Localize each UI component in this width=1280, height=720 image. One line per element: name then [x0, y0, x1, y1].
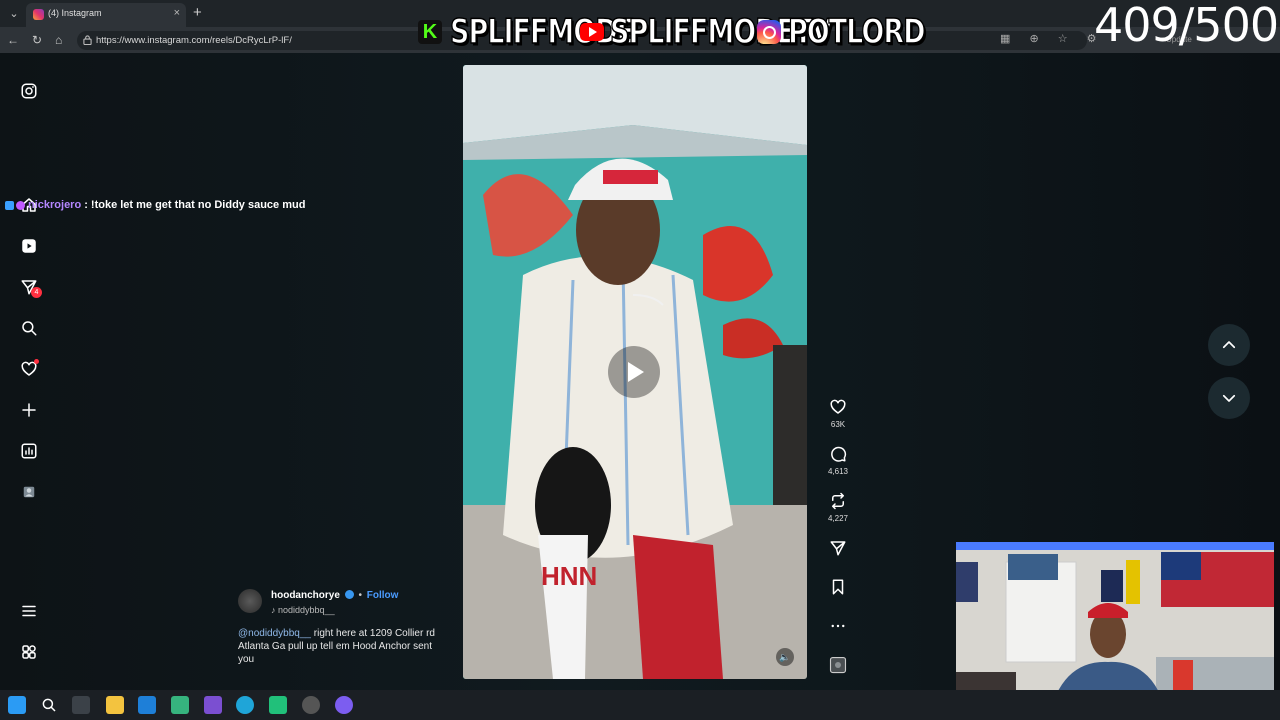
previous-reel-button[interactable] — [1208, 324, 1250, 366]
instagram-logo-icon[interactable] — [19, 81, 39, 101]
file-explorer-icon[interactable] — [106, 696, 124, 714]
messages-badge: 4 — [31, 287, 42, 298]
chevron-down-icon — [1222, 394, 1236, 402]
kick-logo-icon: K — [418, 20, 442, 44]
new-tab-button[interactable]: + — [193, 4, 202, 21]
search-icon[interactable] — [40, 696, 58, 714]
person-icon: ♪ — [271, 605, 279, 615]
chat-badge-icon — [16, 200, 25, 210]
more-options-button[interactable] — [823, 617, 853, 635]
toke-counter: 409/500 — [1094, 0, 1279, 52]
browser-tab[interactable]: (4) Instagram × — [26, 3, 186, 27]
notification-dot — [34, 359, 39, 364]
url-text: https://www.instagram.com/reels/DcRycLrP… — [96, 35, 292, 46]
like-button[interactable]: 63K — [823, 398, 853, 429]
follow-button[interactable]: Follow — [367, 590, 399, 601]
notifications-icon[interactable] — [19, 359, 39, 379]
verified-badge-icon — [344, 590, 354, 599]
outlook-icon[interactable] — [138, 696, 156, 714]
instagram-overlay: POTLORD — [757, 12, 926, 52]
avatar[interactable] — [238, 589, 262, 613]
more-icon — [831, 624, 845, 628]
repost-icon — [832, 492, 844, 510]
instagram-favicon-icon — [33, 9, 44, 20]
caption-text: @nodiddybbq__ right here at 1209 Collier… — [238, 627, 448, 666]
obs-icon[interactable] — [302, 696, 320, 714]
messenger-icon[interactable] — [335, 696, 353, 714]
chat-badge-icon — [5, 200, 14, 210]
repost-count: 4,227 — [827, 514, 849, 523]
close-tab-icon[interactable]: × — [174, 7, 180, 19]
stream-chat-message: nickrojero : !toke let me get that no Di… — [5, 199, 305, 211]
create-icon[interactable] — [19, 400, 39, 420]
chat-text: : !toke let me get that no Diddy sauce m… — [84, 199, 306, 211]
svg-text:HNN: HNN — [541, 561, 597, 591]
reload-button[interactable]: ↻ — [32, 33, 42, 47]
audio-thumbnail[interactable] — [823, 656, 853, 674]
chevron-up-icon — [1222, 341, 1236, 349]
reel-video[interactable]: HNN 🔈 — [463, 65, 807, 679]
edge-icon[interactable] — [236, 696, 254, 714]
store-icon[interactable] — [171, 696, 189, 714]
next-reel-button[interactable] — [1208, 377, 1250, 419]
save-button[interactable] — [823, 578, 853, 596]
home-button[interactable]: ⌂ — [55, 33, 62, 47]
caption-username[interactable]: hoodanchorye — [271, 590, 340, 601]
heart-icon — [830, 399, 846, 414]
instagram-handle: POTLORD — [787, 12, 926, 52]
also-from-meta-icon[interactable] — [19, 642, 39, 662]
tab-list-icon[interactable]: ⌄ — [6, 6, 22, 22]
tab-title: (4) Instagram — [48, 8, 102, 18]
comment-icon — [831, 446, 847, 462]
profile-icon[interactable] — [19, 482, 39, 502]
bookmark-icon — [832, 579, 844, 595]
audio-name: nodiddybbq__ — [278, 605, 335, 615]
play-button[interactable] — [608, 346, 660, 398]
audio-thumbnail-icon — [829, 656, 847, 674]
windows-start-icon[interactable] — [8, 696, 26, 714]
repost-button[interactable]: 4,227 — [823, 492, 853, 523]
lock-icon — [83, 35, 92, 46]
chat-username: nickrojero — [28, 199, 82, 211]
reels-icon[interactable] — [19, 236, 39, 256]
comment-button[interactable]: 4,613 — [823, 445, 853, 476]
browser-toolbar-icons[interactable]: ▦ ⊕ ☆ ⚙ — [1000, 32, 1105, 45]
instagram-logo-icon — [757, 20, 781, 44]
search-icon[interactable] — [19, 318, 39, 338]
more-menu-icon[interactable] — [19, 601, 39, 621]
like-count: 63K — [830, 420, 846, 429]
app-icon[interactable] — [269, 696, 287, 714]
youtube-logo-icon — [580, 23, 604, 41]
share-button[interactable] — [823, 539, 853, 557]
share-icon — [830, 541, 846, 556]
app-icon[interactable] — [204, 696, 222, 714]
task-view-icon[interactable] — [72, 696, 90, 714]
back-button[interactable]: ← — [7, 33, 19, 47]
audio-attribution[interactable]: ♪ nodiddybbq__ — [271, 605, 335, 615]
comment-count: 4,613 — [827, 467, 849, 476]
windows-taskbar — [0, 690, 1280, 720]
caption-header: hoodanchorye • Follow — [271, 590, 398, 601]
messages-icon[interactable]: 4 — [19, 277, 42, 298]
caption-mention[interactable]: @nodiddybbq__ — [238, 628, 311, 639]
mute-button[interactable]: 🔈 — [776, 648, 794, 666]
separator-dot: • — [358, 590, 362, 601]
dashboard-icon[interactable] — [19, 441, 39, 461]
